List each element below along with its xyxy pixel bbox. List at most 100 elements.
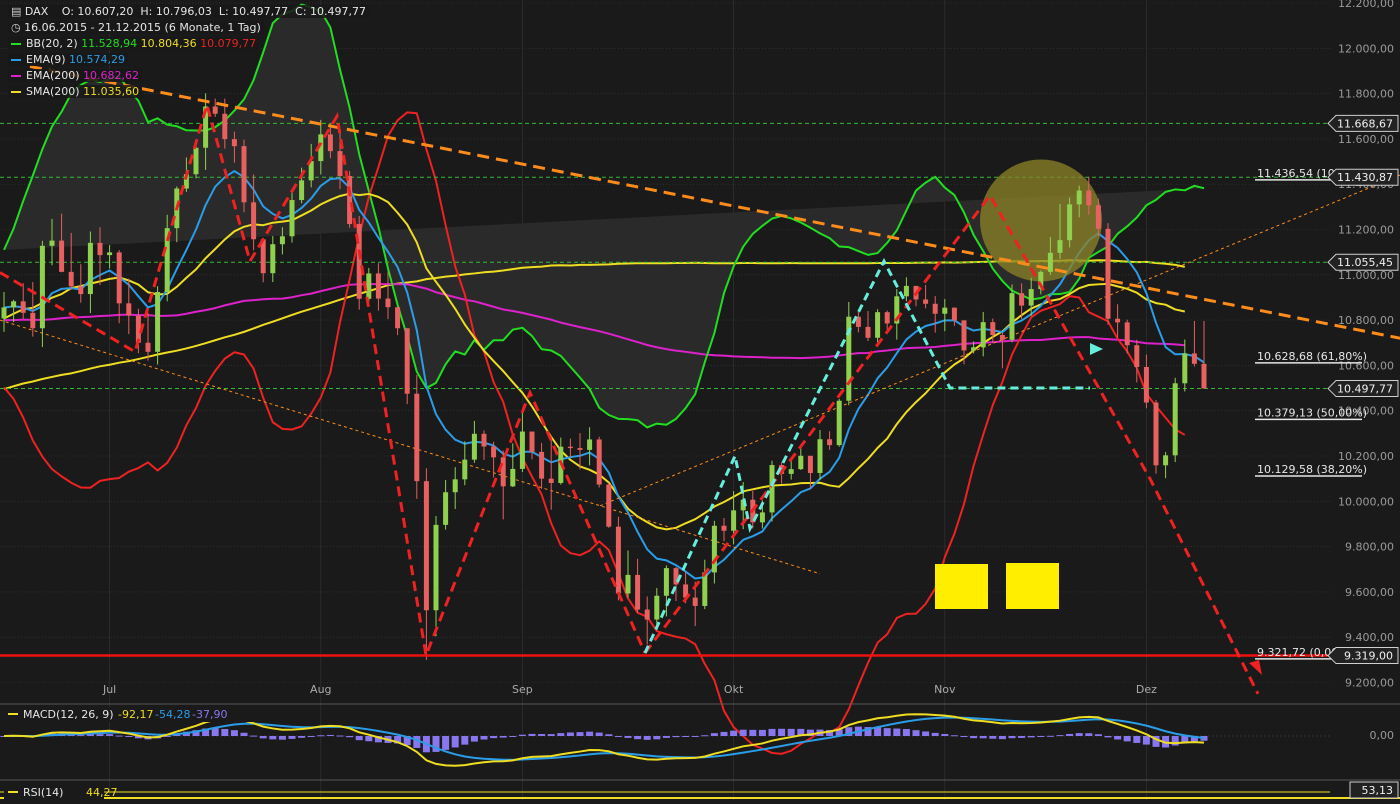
macd-histogram-bar <box>547 734 555 736</box>
macd-histogram-bar <box>317 735 325 737</box>
macd-histogram-bar <box>701 735 709 737</box>
macd-histogram-bar <box>528 733 536 736</box>
candle-body <box>1095 205 1101 229</box>
candle-body <box>491 446 497 458</box>
legend-label: EMA(200) <box>26 69 84 82</box>
candle-body <box>231 139 237 147</box>
candle-body <box>59 240 65 272</box>
legend-swatch <box>11 75 21 77</box>
macd-histogram-bar <box>480 736 488 740</box>
candle-body <box>932 303 938 314</box>
candle-body <box>78 286 84 295</box>
chart-canvas: 12.200,00 12.000,00 11.800,00 11.600,00 11.4… <box>0 0 1400 800</box>
macd-histogram-bar <box>1075 733 1083 736</box>
candle-body <box>1172 383 1178 456</box>
macd-histogram-bar <box>346 736 354 738</box>
time-label: Jul <box>102 683 116 696</box>
legend-row-bg: SMA(200) 11.035,60 <box>8 85 143 98</box>
candle-body <box>663 568 669 596</box>
candle-body <box>999 335 1005 340</box>
time-label: Nov <box>934 683 956 696</box>
candle-body <box>222 113 228 140</box>
candle-body <box>587 439 593 450</box>
candle-body <box>615 526 621 594</box>
macd-histogram-bar <box>586 731 594 736</box>
price-tick-label: 9.600,00 <box>1345 586 1394 599</box>
rsi-value: 44,27 <box>86 786 118 799</box>
candle-body <box>347 176 353 225</box>
clock-icon: ◷ <box>11 21 21 34</box>
macd-histogram-bar <box>720 731 728 736</box>
candle-body <box>49 240 55 246</box>
macd-histogram-bar <box>461 736 469 745</box>
macd-histogram-bar <box>989 736 997 739</box>
candle-body <box>423 481 429 611</box>
candle-body <box>539 451 545 479</box>
macd-histogram-bar <box>922 731 930 736</box>
macd-label: MACD(12, 26, 9) <box>23 708 114 721</box>
price-tag-label: 11.430,87 <box>1337 171 1393 184</box>
legend-row-bg: BB(20, 2) 11.528,94 10.804,36 10.079,77 <box>8 37 260 50</box>
macd-histogram-bar <box>595 732 603 736</box>
candle-body <box>577 448 583 450</box>
dax-chart: 12.200,00 12.000,00 11.800,00 11.600,00 11.4… <box>0 0 1400 800</box>
macd-histogram-bar <box>710 733 718 736</box>
period-readout: 16.06.2015 - 21.12.2015 (6 Monate, 1 Tag… <box>24 21 261 34</box>
rsi-tag-label: 53,13 <box>1362 784 1394 797</box>
macd-histogram-bar <box>730 730 738 736</box>
candle-body <box>279 236 285 245</box>
candle-body <box>289 200 295 237</box>
candle-body <box>692 597 698 606</box>
macd-histogram-bar <box>1018 736 1026 738</box>
candle-body <box>923 299 929 304</box>
candle-body <box>251 202 257 240</box>
legend-row: EMA(9) 10.574,29 <box>8 52 129 67</box>
macd-histogram-bar <box>336 735 344 737</box>
macd-histogram-bar <box>941 733 949 736</box>
macd-histogram-bar <box>538 734 546 736</box>
candle-body <box>788 469 794 474</box>
candle-body <box>20 301 26 313</box>
legend-label: BB(20, 2) <box>26 37 82 50</box>
macd-histogram-bar <box>499 736 507 738</box>
candle-body <box>327 134 333 152</box>
legend-row: BB(20, 2) 11.528,94 10.804,36 10.079,77 <box>8 36 260 51</box>
marker-square <box>935 564 988 609</box>
candle-body <box>1076 190 1082 205</box>
legend-swatch <box>11 91 21 93</box>
legend-value: 10.574,29 <box>69 53 126 66</box>
candle-body <box>1153 402 1159 466</box>
macd-histogram-bar <box>960 736 968 738</box>
macd-histogram-bar <box>634 736 642 740</box>
price-tick-label: 11.000,00 <box>1338 269 1394 282</box>
macd-histogram-bar <box>221 729 229 736</box>
candle-body <box>529 431 535 452</box>
price-tag-label: 11.668,67 <box>1337 117 1393 130</box>
macd-histogram-bar <box>326 734 334 736</box>
price-tag-label: 10.497,77 <box>1337 383 1393 396</box>
candle-body <box>1182 353 1188 384</box>
candle-body <box>865 326 871 338</box>
macd-histogram-bar <box>230 730 238 736</box>
candle-body <box>769 465 775 513</box>
macd-histogram-bar <box>1008 736 1016 739</box>
macd-histogram-bar <box>950 735 958 737</box>
candle-body <box>385 298 391 308</box>
candle-body <box>1201 363 1207 389</box>
candle-body <box>807 455 813 473</box>
macd-histogram-bar <box>768 728 776 736</box>
macd-histogram-bar <box>614 736 622 737</box>
candle-body <box>107 252 113 256</box>
candle-body <box>414 393 420 482</box>
price-tick-label: 12.000,00 <box>1338 42 1394 55</box>
macd-histogram-bar <box>96 734 104 736</box>
candle-body <box>241 146 247 203</box>
price-tick-label: 9.800,00 <box>1345 541 1394 554</box>
candle-body <box>625 574 631 594</box>
candle-body <box>11 301 17 308</box>
fib-level-label: 10.379,13 (50,00%) <box>1257 406 1367 419</box>
candle-body <box>711 525 717 573</box>
macd-histogram-bar <box>470 736 478 742</box>
candle-body <box>1124 322 1130 346</box>
macd-histogram-bar <box>1056 735 1064 737</box>
